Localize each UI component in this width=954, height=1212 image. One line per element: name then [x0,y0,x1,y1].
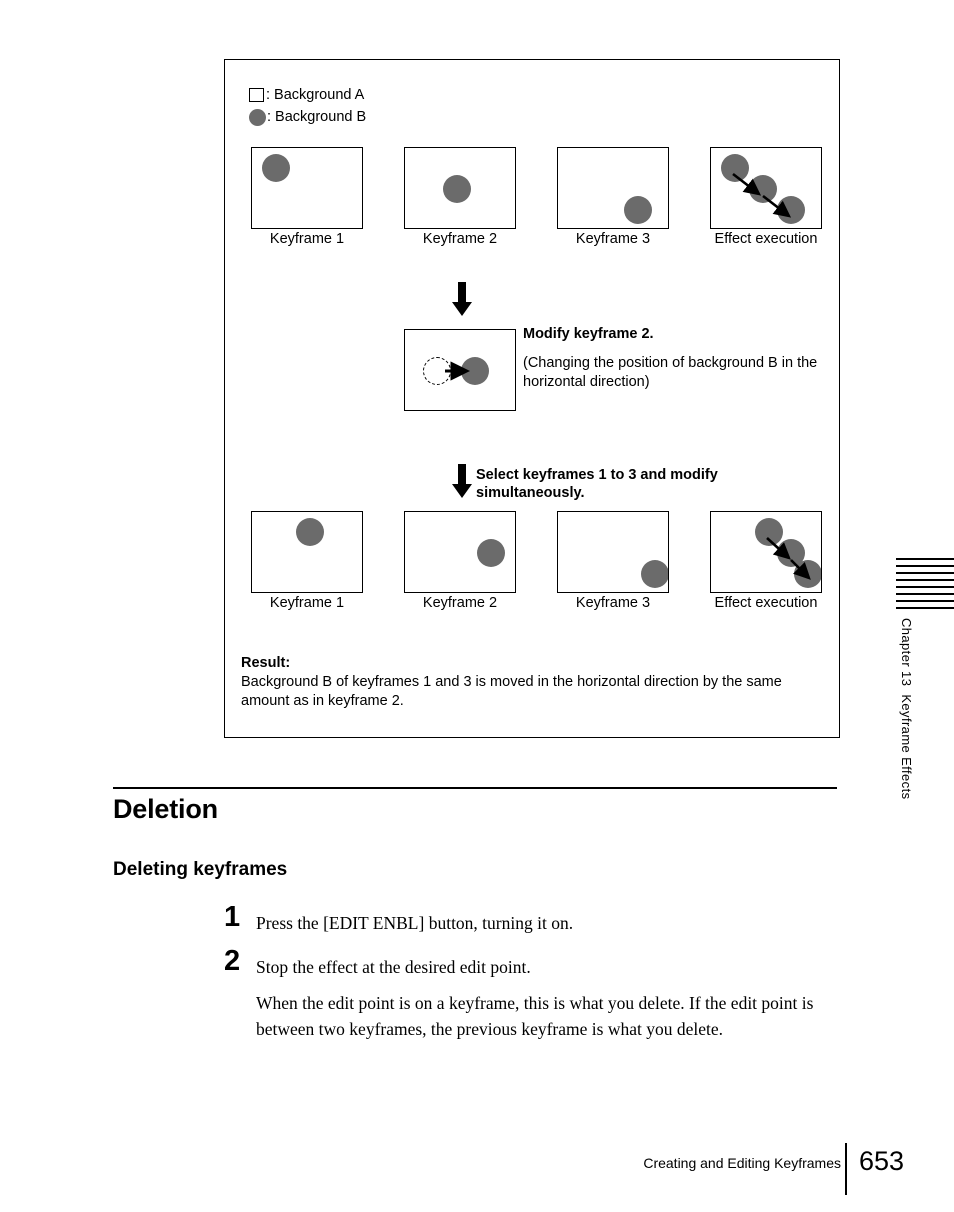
frame-caption: Effect execution [714,595,818,611]
background-b-dot [477,539,505,567]
modify-keyframe-frame [404,329,516,411]
frame-caption: Keyframe 2 [422,595,498,611]
frame-caption: Keyframe 1 [269,231,345,247]
frame-caption: Keyframe 2 [422,231,498,247]
body-paragraph: When the edit point is on a keyframe, th… [256,993,814,1040]
horizontal-move-arrow-icon [445,361,470,381]
footer-divider [845,1143,847,1195]
frame-caption: Effect execution [714,231,818,247]
circle-swatch-icon [249,108,266,126]
select-callout-line2: simultaneously. [476,485,585,501]
down-arrow-icon [452,282,472,316]
background-b-dot [296,518,324,546]
section-divider [113,787,837,789]
result-block: Result: Background B of keyframes 1 and … [241,654,827,711]
modify-callout-title: Modify keyframe 2. [523,326,654,342]
keyframe-frame-row1-1 [251,147,363,229]
step-number: 2 [224,945,241,977]
result-title: Result: [241,655,291,671]
background-b-dot [262,154,290,182]
step-text: Stop the effect at the desired edit poin… [256,957,531,977]
frame-caption: Keyframe 1 [269,595,345,611]
subsection-heading: Deleting keyframes [113,859,288,880]
page-title: Deletion [113,794,218,824]
keyframe-frame-row1-effect [710,147,822,229]
keyframe-frame-row2-1 [251,511,363,593]
keyframe-frame-row2-3 [557,511,669,593]
page-number: 653 [859,1146,905,1176]
chapter-tab-stripes [896,558,954,610]
step-number: 1 [224,901,241,933]
modify-callout-body: (Changing the position of background B i… [523,355,818,390]
running-head: Creating and Editing Keyframes [643,1155,841,1171]
legend-item-background-a: : Background A [249,84,366,106]
keyframe-frame-row1-3 [557,147,669,229]
step-text: Press the [EDIT ENBL] button, turning it… [256,913,574,933]
chapter-tab-label: Chapter 13 Keyframe Effects [899,618,914,800]
keyframe-frame-row2-2 [404,511,516,593]
legend-label-background-a: : Background A [266,87,365,103]
background-b-dot [624,196,652,224]
legend-item-background-b: : Background B [249,106,366,128]
motion-path-arrow-icon [766,537,811,580]
down-arrow-icon [452,464,472,498]
background-b-dot [641,560,668,588]
select-callout-line1: Select keyframes 1 to 3 and modify [476,467,718,483]
motion-path-arrow-icon [732,172,792,218]
frame-caption: Keyframe 3 [575,231,651,247]
legend-label-background-b: : Background B [267,109,367,125]
figure-legend: : Background A : Background B [249,84,366,128]
result-body: Background B of keyframes 1 and 3 is mov… [241,673,782,709]
square-swatch-icon [249,88,264,102]
figure-panel: : Background A : Background B Keyframe 1… [224,59,840,738]
frame-caption: Keyframe 3 [575,595,651,611]
keyframe-frame-row1-2 [404,147,516,229]
keyframe-frame-row2-effect [710,511,822,593]
background-b-dot [443,175,471,203]
